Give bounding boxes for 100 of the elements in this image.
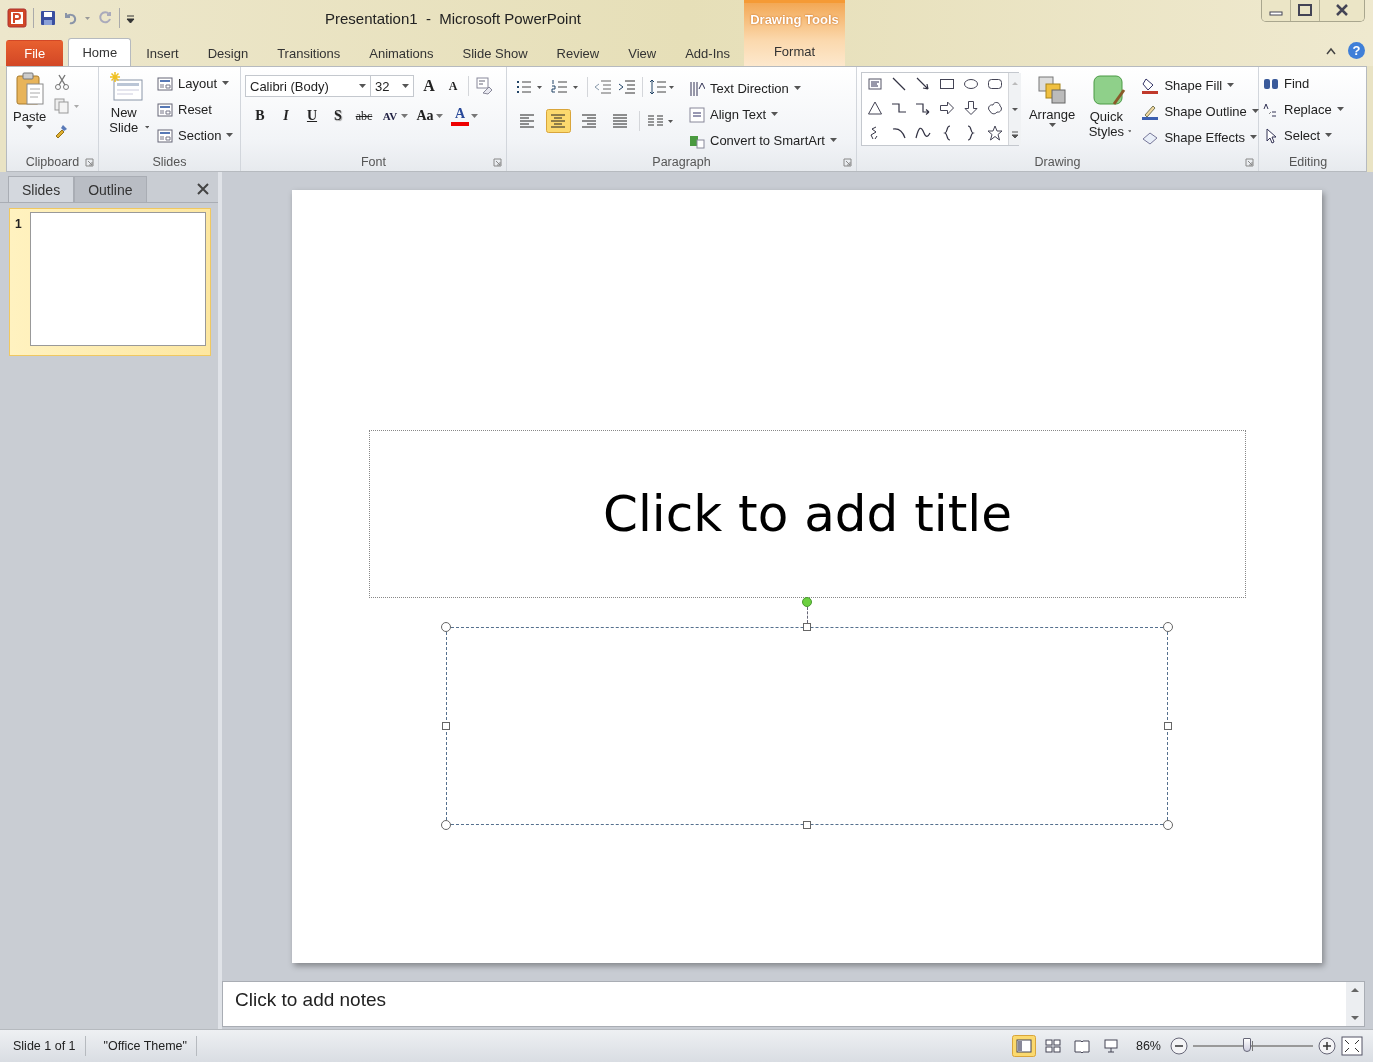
ribbon-command[interactable]: Layout: [157, 72, 234, 95]
resize-handle[interactable]: [441, 622, 451, 632]
caret-icon: [1127, 129, 1132, 134]
fit-to-window-icon[interactable]: [1341, 1036, 1363, 1056]
save-icon[interactable]: [40, 10, 56, 26]
maximize-button[interactable]: [1291, 0, 1320, 21]
spacing-button[interactable]: AV: [381, 105, 399, 127]
star-icon[interactable]: [987, 124, 1003, 141]
oval-icon[interactable]: [963, 76, 979, 92]
ribbon-command[interactable]: Text Direction: [689, 77, 837, 100]
arrange-button[interactable]: Arrange: [1027, 72, 1077, 153]
title-placeholder[interactable]: Click to add title: [369, 430, 1246, 598]
quick-styles-button[interactable]: Quick Styles: [1085, 72, 1134, 153]
bullets-icon[interactable]: [515, 79, 545, 95]
resize-handle[interactable]: [1163, 622, 1173, 632]
elbow-arrow-icon[interactable]: [915, 100, 931, 117]
callout-icon[interactable]: [987, 100, 1003, 117]
slide-thumbnail[interactable]: [29, 212, 206, 346]
app-logo-icon[interactable]: [7, 8, 27, 28]
ribbon-command[interactable]: Reset: [157, 98, 234, 121]
increase-indent-icon[interactable]: [618, 79, 636, 95]
italic-button[interactable]: I: [277, 105, 295, 127]
arrow-icon[interactable]: [915, 76, 931, 92]
pane-tab[interactable]: Slides: [8, 176, 75, 202]
dialog-launcher-icon[interactable]: [85, 158, 94, 167]
zoom-out-icon[interactable]: [1170, 1037, 1188, 1055]
resize-handle[interactable]: [803, 623, 811, 631]
new-slide-button[interactable]: New Slide: [103, 70, 151, 153]
slide-thumbnail-row[interactable]: 1: [9, 208, 211, 356]
resize-handle[interactable]: [442, 722, 450, 730]
rotation-handle[interactable]: [802, 597, 812, 607]
underline-button[interactable]: U: [303, 105, 321, 127]
help-button[interactable]: ?: [1348, 42, 1365, 59]
resize-handle[interactable]: [803, 821, 811, 829]
scroll-up-icon[interactable]: [1349, 985, 1361, 995]
ribbon-tab[interactable]: Transitions: [263, 40, 355, 66]
down-arrow-icon[interactable]: [963, 100, 979, 117]
resize-handle[interactable]: [1164, 722, 1172, 730]
bold-button[interactable]: B: [251, 105, 269, 127]
font-name-field[interactable]: Calibri (Body): [245, 75, 371, 97]
triangle-icon[interactable]: [867, 100, 883, 117]
pane-tab[interactable]: Outline: [74, 176, 147, 202]
change-case-button[interactable]: Aa: [416, 105, 434, 127]
caret-icon[interactable]: [401, 113, 408, 119]
resize-handle[interactable]: [441, 820, 451, 830]
zoom-level[interactable]: 86%: [1127, 1039, 1165, 1053]
collapse-ribbon-icon[interactable]: [1326, 46, 1336, 55]
grow-font-button[interactable]: A: [420, 75, 438, 97]
ribbon-tab[interactable]: Home: [68, 38, 132, 66]
ribbon-tab[interactable]: Format: [744, 36, 845, 66]
resize-handle[interactable]: [1163, 820, 1173, 830]
columns-icon[interactable]: [646, 113, 676, 129]
zoom-in-icon[interactable]: [1318, 1037, 1336, 1055]
ribbon-tab[interactable]: Slide Show: [448, 40, 542, 66]
strikethrough-button[interactable]: abc: [355, 105, 373, 127]
caret-icon[interactable]: [436, 113, 443, 119]
ribbon-command[interactable]: Convert to SmartArt: [689, 129, 837, 152]
dialog-launcher-icon[interactable]: [1245, 158, 1254, 167]
ribbon-tab[interactable]: View: [614, 40, 671, 66]
center-button[interactable]: [546, 109, 571, 133]
close-pane-icon[interactable]: [196, 182, 210, 196]
caret-icon[interactable]: [359, 83, 366, 89]
more-icon[interactable]: [1009, 129, 1021, 141]
caret-icon[interactable]: [471, 113, 478, 119]
text-box-icon[interactable]: [867, 76, 883, 92]
font-size-field[interactable]: 32: [370, 75, 414, 97]
scroll-down-icon[interactable]: [1349, 1013, 1361, 1023]
ribbon-tab[interactable]: Design: [193, 40, 263, 66]
file-tab[interactable]: File: [6, 40, 64, 66]
rounded-rectangle-icon[interactable]: [987, 76, 1003, 92]
ribbon-tab[interactable]: Add-Ins: [671, 40, 744, 66]
clear-formatting-icon[interactable]: [475, 77, 493, 95]
ribbon-command[interactable]: Shape Effects: [1141, 126, 1259, 149]
ribbon-command[interactable]: Shape Outline: [1141, 100, 1259, 123]
normal-view-button[interactable]: [1011, 1035, 1036, 1057]
caret-icon: [1048, 123, 1056, 128]
ribbon-command[interactable]: Shape Fill: [1141, 74, 1259, 97]
shadow-button[interactable]: S: [329, 105, 347, 127]
caret-icon[interactable]: [402, 83, 409, 89]
ribbon-command[interactable]: Select: [1263, 124, 1344, 147]
ribbon-tab[interactable]: Insert: [132, 40, 193, 66]
cut-icon[interactable]: [54, 74, 71, 90]
dialog-launcher-icon[interactable]: [493, 158, 502, 167]
line-icon[interactable]: [891, 76, 907, 92]
ribbon-command[interactable]: Find: [1263, 72, 1344, 95]
shrink-font-button[interactable]: A: [444, 75, 462, 97]
close-button[interactable]: [1320, 0, 1364, 21]
ribbon-tab[interactable]: Review: [542, 40, 614, 66]
dialog-launcher-icon[interactable]: [843, 158, 852, 167]
ribbon-command[interactable]: Align Text: [689, 103, 837, 126]
ribbon-command[interactable]: Section: [157, 124, 234, 147]
paste-button[interactable]: Paste: [11, 70, 49, 153]
rectangle-icon[interactable]: [939, 76, 955, 92]
font-color-button[interactable]: A: [451, 106, 469, 126]
line-spacing-icon[interactable]: [649, 79, 677, 95]
numbering-icon[interactable]: [551, 79, 581, 95]
slide-number: 1: [15, 216, 22, 233]
ribbon-tab[interactable]: Animations: [355, 40, 448, 66]
right-arrow-icon[interactable]: [939, 100, 955, 117]
ribbon-command[interactable]: Replace: [1263, 98, 1344, 121]
